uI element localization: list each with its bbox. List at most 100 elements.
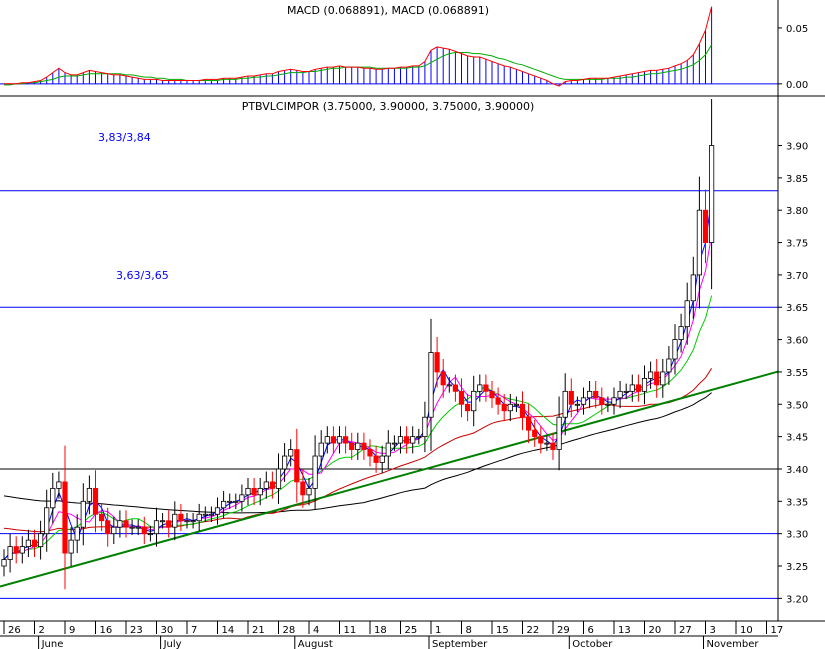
candle-body (178, 513, 184, 522)
candle-body (702, 209, 709, 243)
candle-body (678, 326, 684, 340)
ma-fast-line (3, 199, 713, 560)
x-day-label: 23 (130, 625, 143, 636)
price-y-tick-label: 3.30 (786, 530, 808, 541)
candle-body (709, 145, 715, 243)
price-y-tick-label: 3.65 (786, 303, 808, 314)
candle-body (129, 526, 135, 529)
candle-body (306, 487, 312, 496)
candle-body (403, 436, 410, 444)
candle-body (483, 384, 489, 392)
x-month-label: August (298, 639, 333, 649)
candle-body (68, 539, 74, 554)
x-day-label: 11 (344, 625, 357, 636)
x-day-label: 16 (100, 625, 113, 636)
x-month-label: October (572, 639, 613, 649)
candle-body (227, 500, 233, 503)
candle-body (635, 384, 642, 392)
candle-body (300, 481, 306, 496)
candle-body (593, 390, 599, 399)
price-y-tick-label: 3.50 (786, 400, 808, 411)
chart-frame (0, 0, 825, 637)
x-day-label: 1 (435, 625, 441, 636)
x-day-label: 13 (618, 625, 631, 636)
candle-body (196, 513, 202, 522)
candle-body (416, 436, 422, 439)
x-day-label: 7 (191, 625, 197, 636)
candle-body (275, 468, 282, 489)
candle-body (111, 526, 117, 535)
candle-body (349, 442, 355, 450)
candle-body (397, 436, 404, 444)
candle-body (544, 442, 550, 445)
candle-body (464, 403, 471, 412)
candle-body (599, 397, 605, 405)
x-month-label: July (163, 639, 182, 649)
candle-body (44, 507, 50, 535)
x-day-label: 14 (222, 625, 235, 636)
price-y-tick-label: 3.60 (786, 336, 808, 347)
candle-body (538, 436, 544, 444)
candle-body (556, 416, 562, 450)
candle-body (336, 436, 343, 444)
y-axis-labels: 0.05 0.00 3.90 3.85 3.80 3.75 3.70 3.65 3.60 3.55… (778, 24, 808, 605)
candle-body (526, 416, 532, 431)
x-day-label: 29 (557, 625, 570, 636)
price-y-tick-label: 3.45 (786, 433, 808, 444)
price-y-tick-label: 3.75 (786, 239, 808, 250)
candle-body (641, 378, 648, 392)
macd-panel-title: MACD (0.068891), MACD (0.068891) (287, 4, 489, 17)
x-day-label: 6 (588, 625, 594, 636)
x-day-label: 27 (679, 625, 692, 636)
candle-body (294, 449, 300, 483)
x-day-label: 28 (283, 625, 296, 636)
candle-body (117, 520, 123, 528)
candle-body (166, 520, 172, 528)
candle-body (605, 403, 611, 406)
x-day-label: 10 (740, 625, 753, 636)
candle-body (391, 442, 398, 445)
price-y-tick-label: 3.55 (786, 368, 808, 379)
annotation-resistance: 3,83/3,84 (98, 131, 151, 144)
x-day-label: 2 (39, 625, 45, 636)
candle-body (471, 390, 477, 412)
candle-body (452, 384, 459, 392)
candle-body (568, 390, 574, 405)
x-day-label: 3 (710, 625, 716, 636)
x-day-label: 15 (496, 625, 509, 636)
candle-body (74, 526, 80, 541)
macd-y-tick-label: 0.05 (786, 24, 808, 35)
candle-body (648, 371, 654, 379)
price-y-tick-label: 3.80 (786, 206, 808, 217)
candle-body (477, 384, 483, 392)
candle-body (62, 481, 68, 554)
candle-body (422, 416, 428, 438)
candle-body (330, 436, 337, 444)
candle-body (574, 403, 581, 406)
candle-body (257, 487, 263, 496)
candle-body (672, 339, 678, 360)
x-day-label: 17 (771, 625, 784, 636)
candle-body (654, 371, 660, 386)
candle-body (147, 533, 153, 536)
candle-body (86, 487, 92, 502)
candle-body (312, 455, 318, 489)
candle-body (446, 384, 452, 387)
candle-body (611, 397, 617, 405)
candle-body (580, 397, 587, 405)
candle-body (184, 520, 190, 523)
candle-body (696, 209, 703, 276)
candle-body (458, 390, 465, 405)
candle-body (159, 520, 166, 523)
price-horizontal-levels (0, 190, 778, 599)
candle-body (379, 455, 385, 463)
price-y-tick-label: 3.85 (786, 174, 808, 185)
x-axis-labels: 26 2 9 16 23 30 7 14 21 28 4 11 18 25 1 8 15 22 29 6 13 20 27 3… (3, 621, 784, 649)
candle-body (245, 487, 251, 496)
candle-body (153, 520, 160, 535)
x-day-label: 9 (69, 625, 75, 636)
candle-body (617, 390, 623, 399)
candle-body (373, 455, 379, 463)
candle-body (660, 371, 666, 386)
candle-body (7, 546, 13, 560)
